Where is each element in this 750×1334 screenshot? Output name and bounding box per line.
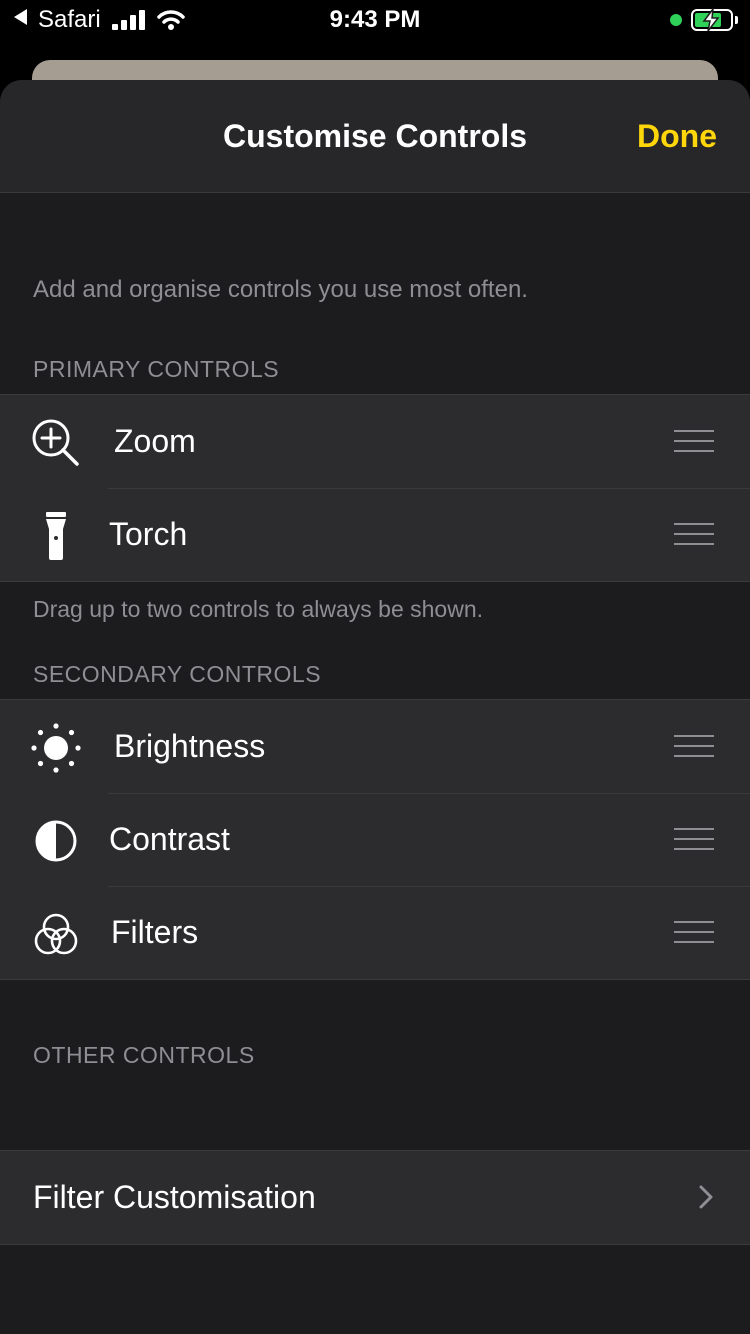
list-item-contrast[interactable]: Contrast — [0, 793, 750, 886]
list-item-label: Brightness — [114, 728, 266, 764]
contrast-icon — [35, 820, 77, 862]
other-controls-list: Filter Customisation — [0, 1150, 750, 1245]
other-controls-header: OTHER CONTROLS — [33, 1042, 255, 1068]
done-button[interactable]: Done — [637, 118, 717, 155]
reorder-handle-icon[interactable] — [674, 430, 714, 452]
list-item-torch[interactable]: Torch — [0, 488, 750, 581]
indicator-dot — [670, 14, 682, 26]
list-item-label: Contrast — [109, 821, 230, 857]
nav-bar: Customise Controls Done — [0, 80, 750, 193]
battery-cap — [735, 16, 738, 24]
flashlight-icon — [46, 512, 66, 560]
primary-footer-note: Drag up to two controls to always be sho… — [33, 596, 484, 622]
description-text: Add and organise controls you use most o… — [33, 276, 528, 303]
primary-controls-header: PRIMARY CONTROLS — [33, 356, 280, 382]
list-item-label: Torch — [109, 516, 188, 552]
reorder-handle-icon[interactable] — [674, 523, 714, 545]
status-bar: Safari 9:43 PM — [0, 0, 750, 40]
reorder-handle-icon[interactable] — [674, 735, 714, 757]
chevron-right-icon — [699, 1185, 713, 1209]
zoom-in-icon — [32, 419, 79, 466]
primary-controls-list: Zoom Torch — [0, 394, 750, 582]
reorder-handle-icon[interactable] — [674, 921, 714, 943]
secondary-controls-list: Brightness Contrast Filters — [0, 699, 750, 980]
list-item-label: Filter Customisation — [33, 1179, 316, 1215]
list-item-label: Filters — [111, 914, 199, 950]
status-time: 9:43 PM — [329, 6, 421, 33]
list-item-zoom[interactable]: Zoom — [0, 395, 750, 488]
filters-icon — [34, 913, 78, 955]
list-item-filters[interactable]: Filters — [0, 886, 750, 979]
list-item-brightness[interactable]: Brightness — [0, 700, 750, 793]
battery-icon — [691, 8, 733, 32]
list-item-label: Zoom — [114, 423, 196, 459]
secondary-controls-header: SECONDARY CONTROLS — [33, 661, 322, 687]
reorder-handle-icon[interactable] — [674, 828, 714, 850]
customise-controls-sheet: Customise Controls Done Add and organise… — [0, 80, 750, 1334]
list-item-filter-customisation[interactable]: Filter Customisation — [0, 1151, 750, 1244]
sun-icon — [31, 723, 81, 773]
